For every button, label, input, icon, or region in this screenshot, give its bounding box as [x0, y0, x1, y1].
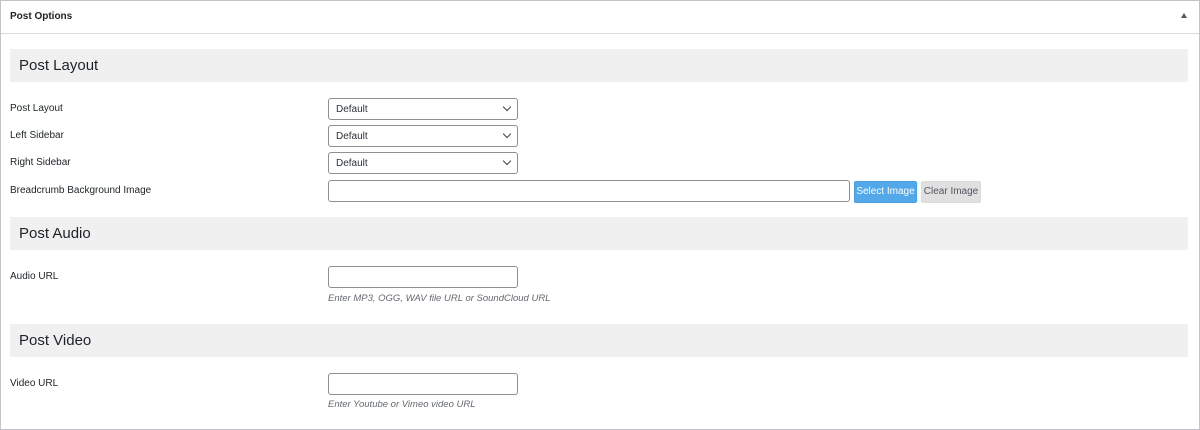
section-post-video: Post Video — [10, 324, 1188, 357]
breadcrumb-image-label: Breadcrumb Background Image — [10, 185, 152, 196]
left-sidebar-value: Default — [336, 131, 368, 142]
right-sidebar-select[interactable]: Default — [328, 152, 518, 174]
metabox-title: Post Options — [10, 11, 73, 22]
audio-url-label: Audio URL — [10, 271, 59, 282]
audio-url-help: Enter MP3, OGG, WAV file URL or SoundClo… — [328, 293, 551, 304]
post-layout-label: Post Layout — [10, 103, 63, 114]
select-image-button[interactable]: Select Image — [854, 181, 917, 203]
section-post-layout: Post Layout — [10, 49, 1188, 82]
triangle-up-icon[interactable] — [1181, 13, 1187, 18]
section-title: Post Video — [19, 332, 92, 349]
section-post-audio: Post Audio — [10, 217, 1188, 250]
right-sidebar-value: Default — [336, 158, 368, 169]
left-sidebar-label: Left Sidebar — [10, 130, 64, 141]
right-sidebar-label: Right Sidebar — [10, 157, 71, 168]
post-layout-value: Default — [336, 104, 368, 115]
chevron-down-icon — [502, 156, 512, 166]
section-title: Post Audio — [19, 225, 91, 242]
video-url-help: Enter Youtube or Vimeo video URL — [328, 399, 476, 410]
post-layout-select[interactable]: Default — [328, 98, 518, 120]
breadcrumb-image-input[interactable] — [328, 180, 850, 202]
chevron-down-icon — [502, 129, 512, 139]
section-title: Post Layout — [19, 57, 99, 74]
clear-image-button[interactable]: Clear Image — [921, 181, 981, 203]
post-options-metabox: Post Options Post Layout Post Layout Def… — [0, 0, 1200, 430]
left-sidebar-select[interactable]: Default — [328, 125, 518, 147]
video-url-label: Video URL — [10, 378, 59, 389]
chevron-down-icon — [502, 102, 512, 112]
video-url-input[interactable] — [328, 373, 518, 395]
audio-url-input[interactable] — [328, 266, 518, 288]
metabox-header[interactable]: Post Options — [1, 1, 1199, 34]
